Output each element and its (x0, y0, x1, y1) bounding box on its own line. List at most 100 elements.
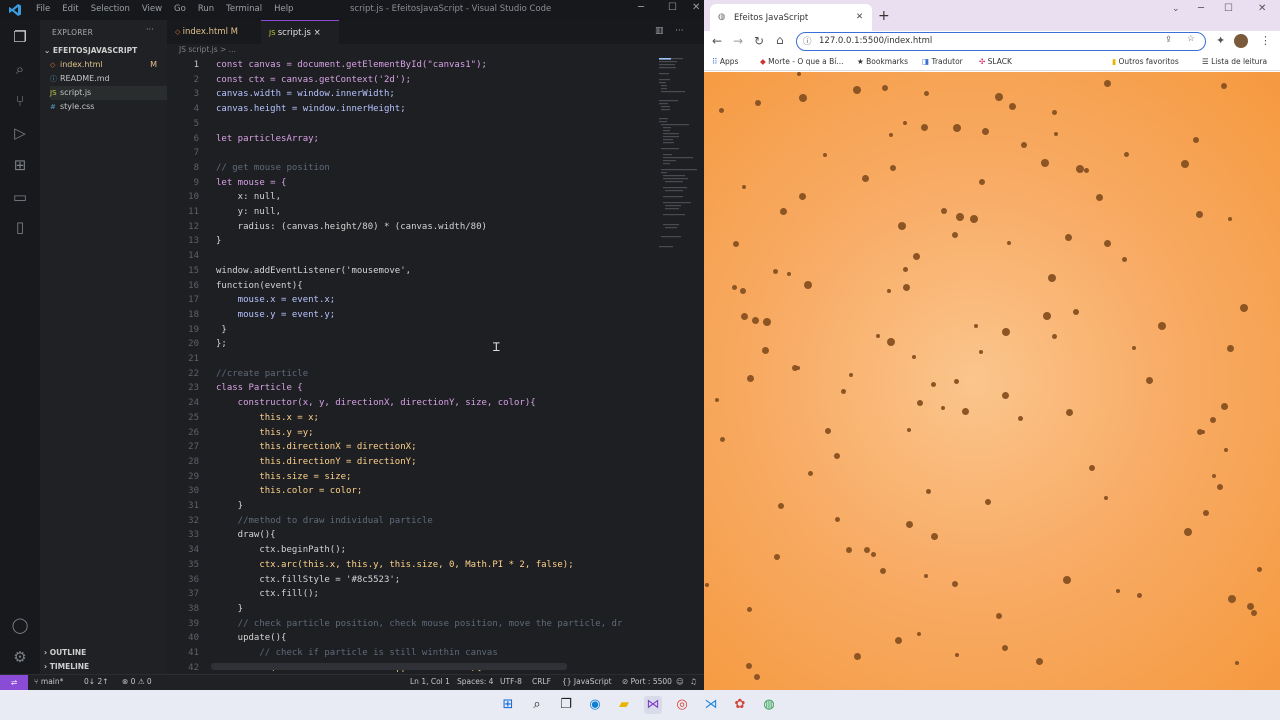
forward-icon[interactable]: → (733, 34, 743, 48)
file-style-css[interactable]: # style.css (50, 100, 167, 114)
breadcrumb[interactable]: JS script.js > ... (167, 44, 704, 56)
particle-canvas[interactable] (704, 72, 1280, 690)
tab-script-js[interactable]: JS script.js × (261, 20, 339, 44)
code-line[interactable]: const ctx = canvas.getContext('2d'); (216, 75, 411, 85)
tab-index-html[interactable]: ◇ index.html M (167, 20, 261, 44)
code-line[interactable]: //create particle (216, 369, 308, 379)
code-line[interactable]: function(event){ (216, 281, 303, 291)
minimap[interactable] (657, 56, 699, 266)
bookmark-morte[interactable]: ◆ Morte - O que a Bí... (760, 57, 844, 66)
extensions-icon[interactable]: ✦ (1216, 34, 1225, 47)
code-line[interactable]: window.addEventListener('mousemove', (216, 266, 411, 276)
close-tab-icon[interactable]: × (314, 28, 321, 38)
bookmark-bookmarks[interactable]: ★ Bookmarks (857, 57, 908, 66)
code-line[interactable]: this.directionX = directionX; (216, 442, 416, 452)
maximize-icon[interactable]: ☐ (1224, 3, 1233, 14)
code-line[interactable]: } (216, 325, 226, 335)
live-server-port[interactable]: ⊘ Port : 5500 (622, 677, 672, 686)
task-view-icon[interactable]: ❐ (557, 696, 575, 714)
code-line[interactable]: canvas.width = window.innerWidth; (216, 89, 395, 99)
menu-file[interactable]: File (36, 4, 50, 14)
close-icon[interactable]: ✕ (692, 2, 700, 13)
code-line[interactable]: canvas.height = window.innerHeight; (216, 104, 406, 114)
site-info-icon[interactable]: ⓘ (803, 35, 812, 47)
menu-run[interactable]: Run (198, 4, 214, 14)
tab-search-icon[interactable]: ⌄ (1172, 4, 1180, 14)
address-bar[interactable]: ⓘ 127.0.0.1:5500/index.html ⇪ ☆ (796, 32, 1206, 51)
start-menu-icon[interactable]: ⊞ (499, 696, 517, 714)
code-line[interactable]: this.color = color; (216, 486, 362, 496)
code-line[interactable]: this.directionY = directionY; (216, 457, 416, 467)
file-readme-md[interactable]: ⓘ README.md (50, 72, 167, 86)
git-sync[interactable]: 0↓ 2↑ (84, 677, 109, 686)
more-actions-icon[interactable]: ··· (675, 26, 684, 36)
run-debug-icon[interactable]: ▷ (11, 124, 29, 142)
cursor-position[interactable]: Ln 1, Col 1 (410, 677, 450, 686)
code-line[interactable]: ctx.fillStyle = '#8c5523'; (216, 575, 400, 585)
feedback-icon[interactable]: ☺ (676, 677, 684, 686)
more-actions-icon[interactable]: ··· (146, 25, 154, 34)
code-line[interactable]: this.y =y; (216, 428, 313, 438)
back-icon[interactable]: ← (712, 34, 722, 48)
code-line[interactable]: ctx.fill(); (216, 589, 319, 599)
encoding[interactable]: UTF-8 (500, 677, 522, 686)
code-line[interactable]: update(){ (216, 633, 287, 643)
minimize-icon[interactable]: ─ (1198, 3, 1204, 14)
remote-explorer-icon[interactable]: ▭ (11, 188, 29, 206)
chrome-menu-icon[interactable]: ⋮ (1260, 34, 1271, 47)
remote-app-icon[interactable]: ✿ (731, 696, 749, 714)
menu-go[interactable]: Go (174, 4, 186, 14)
menu-terminal[interactable]: Terminal (226, 4, 262, 14)
share-icon[interactable]: ⇪ (1165, 35, 1172, 45)
horizontal-scrollbar[interactable] (211, 663, 567, 670)
bookmark-icon[interactable]: ▯ (11, 218, 29, 236)
code-line[interactable]: mouse.x = event.x; (216, 295, 336, 305)
profile-avatar[interactable] (1234, 34, 1248, 48)
code-line[interactable]: y: null, (216, 207, 281, 217)
code-line[interactable]: // check particle position, check mouse … (216, 619, 623, 629)
globe-app-icon[interactable]: ◍ (760, 696, 778, 714)
menu-selection[interactable]: Selection (91, 4, 130, 14)
source-control-icon[interactable]: ⑂ (11, 92, 29, 110)
chrome-icon[interactable]: ◎ (673, 696, 691, 714)
maximize-icon[interactable]: ☐ (668, 2, 677, 13)
bookmark-apps[interactable]: ⠿ Apps (712, 57, 738, 66)
code-editor[interactable]: 1 const canvas = document.getElementById(… (167, 56, 657, 674)
new-tab-icon[interactable]: + (878, 8, 890, 24)
code-line[interactable]: const canvas = document.getElementById("… (216, 60, 487, 70)
extensions-icon[interactable]: ⊞ (11, 156, 29, 174)
file-index-html[interactable]: ◇ index.html M (50, 58, 167, 72)
code-line[interactable]: let mouse = { (216, 178, 286, 188)
menu-view[interactable]: View (142, 4, 162, 14)
indentation[interactable]: Spaces: 4 (457, 677, 493, 686)
code-line[interactable]: // get mouse position (216, 163, 330, 173)
visual-studio-icon[interactable]: ⋈ (644, 696, 662, 714)
code-line[interactable]: mouse.y = event.y; (216, 310, 336, 320)
reload-icon[interactable]: ↻ (754, 34, 764, 48)
problems-indicator[interactable]: ⊗ 0 ⚠ 0 (122, 677, 152, 686)
edge-browser-icon[interactable]: ◉ (586, 696, 604, 714)
menu-help[interactable]: Help (274, 4, 293, 14)
code-line[interactable]: } (216, 501, 243, 511)
file-script-js[interactable]: JS script.js (50, 86, 167, 100)
code-line[interactable]: ctx.arc(this.x, this.y, this.size, 0, Ma… (216, 560, 573, 570)
code-line[interactable]: class Particle { (216, 383, 303, 393)
code-line[interactable]: } (216, 604, 243, 614)
explorer-icon[interactable]: ❐ (11, 28, 29, 46)
code-line[interactable]: this.x = x; (216, 413, 319, 423)
home-icon[interactable]: ⌂ (776, 33, 784, 47)
search-icon[interactable]: ⌕ (11, 60, 29, 78)
git-branch[interactable]: ⑂ main* (34, 677, 63, 686)
bookmark-star-icon[interactable]: ☆ (1187, 34, 1195, 44)
code-line[interactable]: radius: (canvas.height/80) * (canvas.wid… (216, 222, 487, 232)
split-editor-icon[interactable]: ▥ (655, 26, 664, 36)
bookmark-tradutor[interactable]: ◨ Tradutor (922, 57, 963, 66)
search-icon[interactable]: ⌕ (528, 696, 546, 714)
vscode-icon[interactable]: ⋊ (702, 696, 720, 714)
code-line[interactable]: }; (216, 339, 227, 349)
timeline-section[interactable]: › TIMELINE (44, 662, 89, 671)
code-line[interactable]: let particlesArray; (216, 134, 319, 144)
menu-edit[interactable]: Edit (62, 4, 78, 14)
project-folder[interactable]: ⌄ EFEITOSJAVASCRIPT (44, 46, 137, 55)
code-line[interactable]: x: null, (216, 192, 281, 202)
